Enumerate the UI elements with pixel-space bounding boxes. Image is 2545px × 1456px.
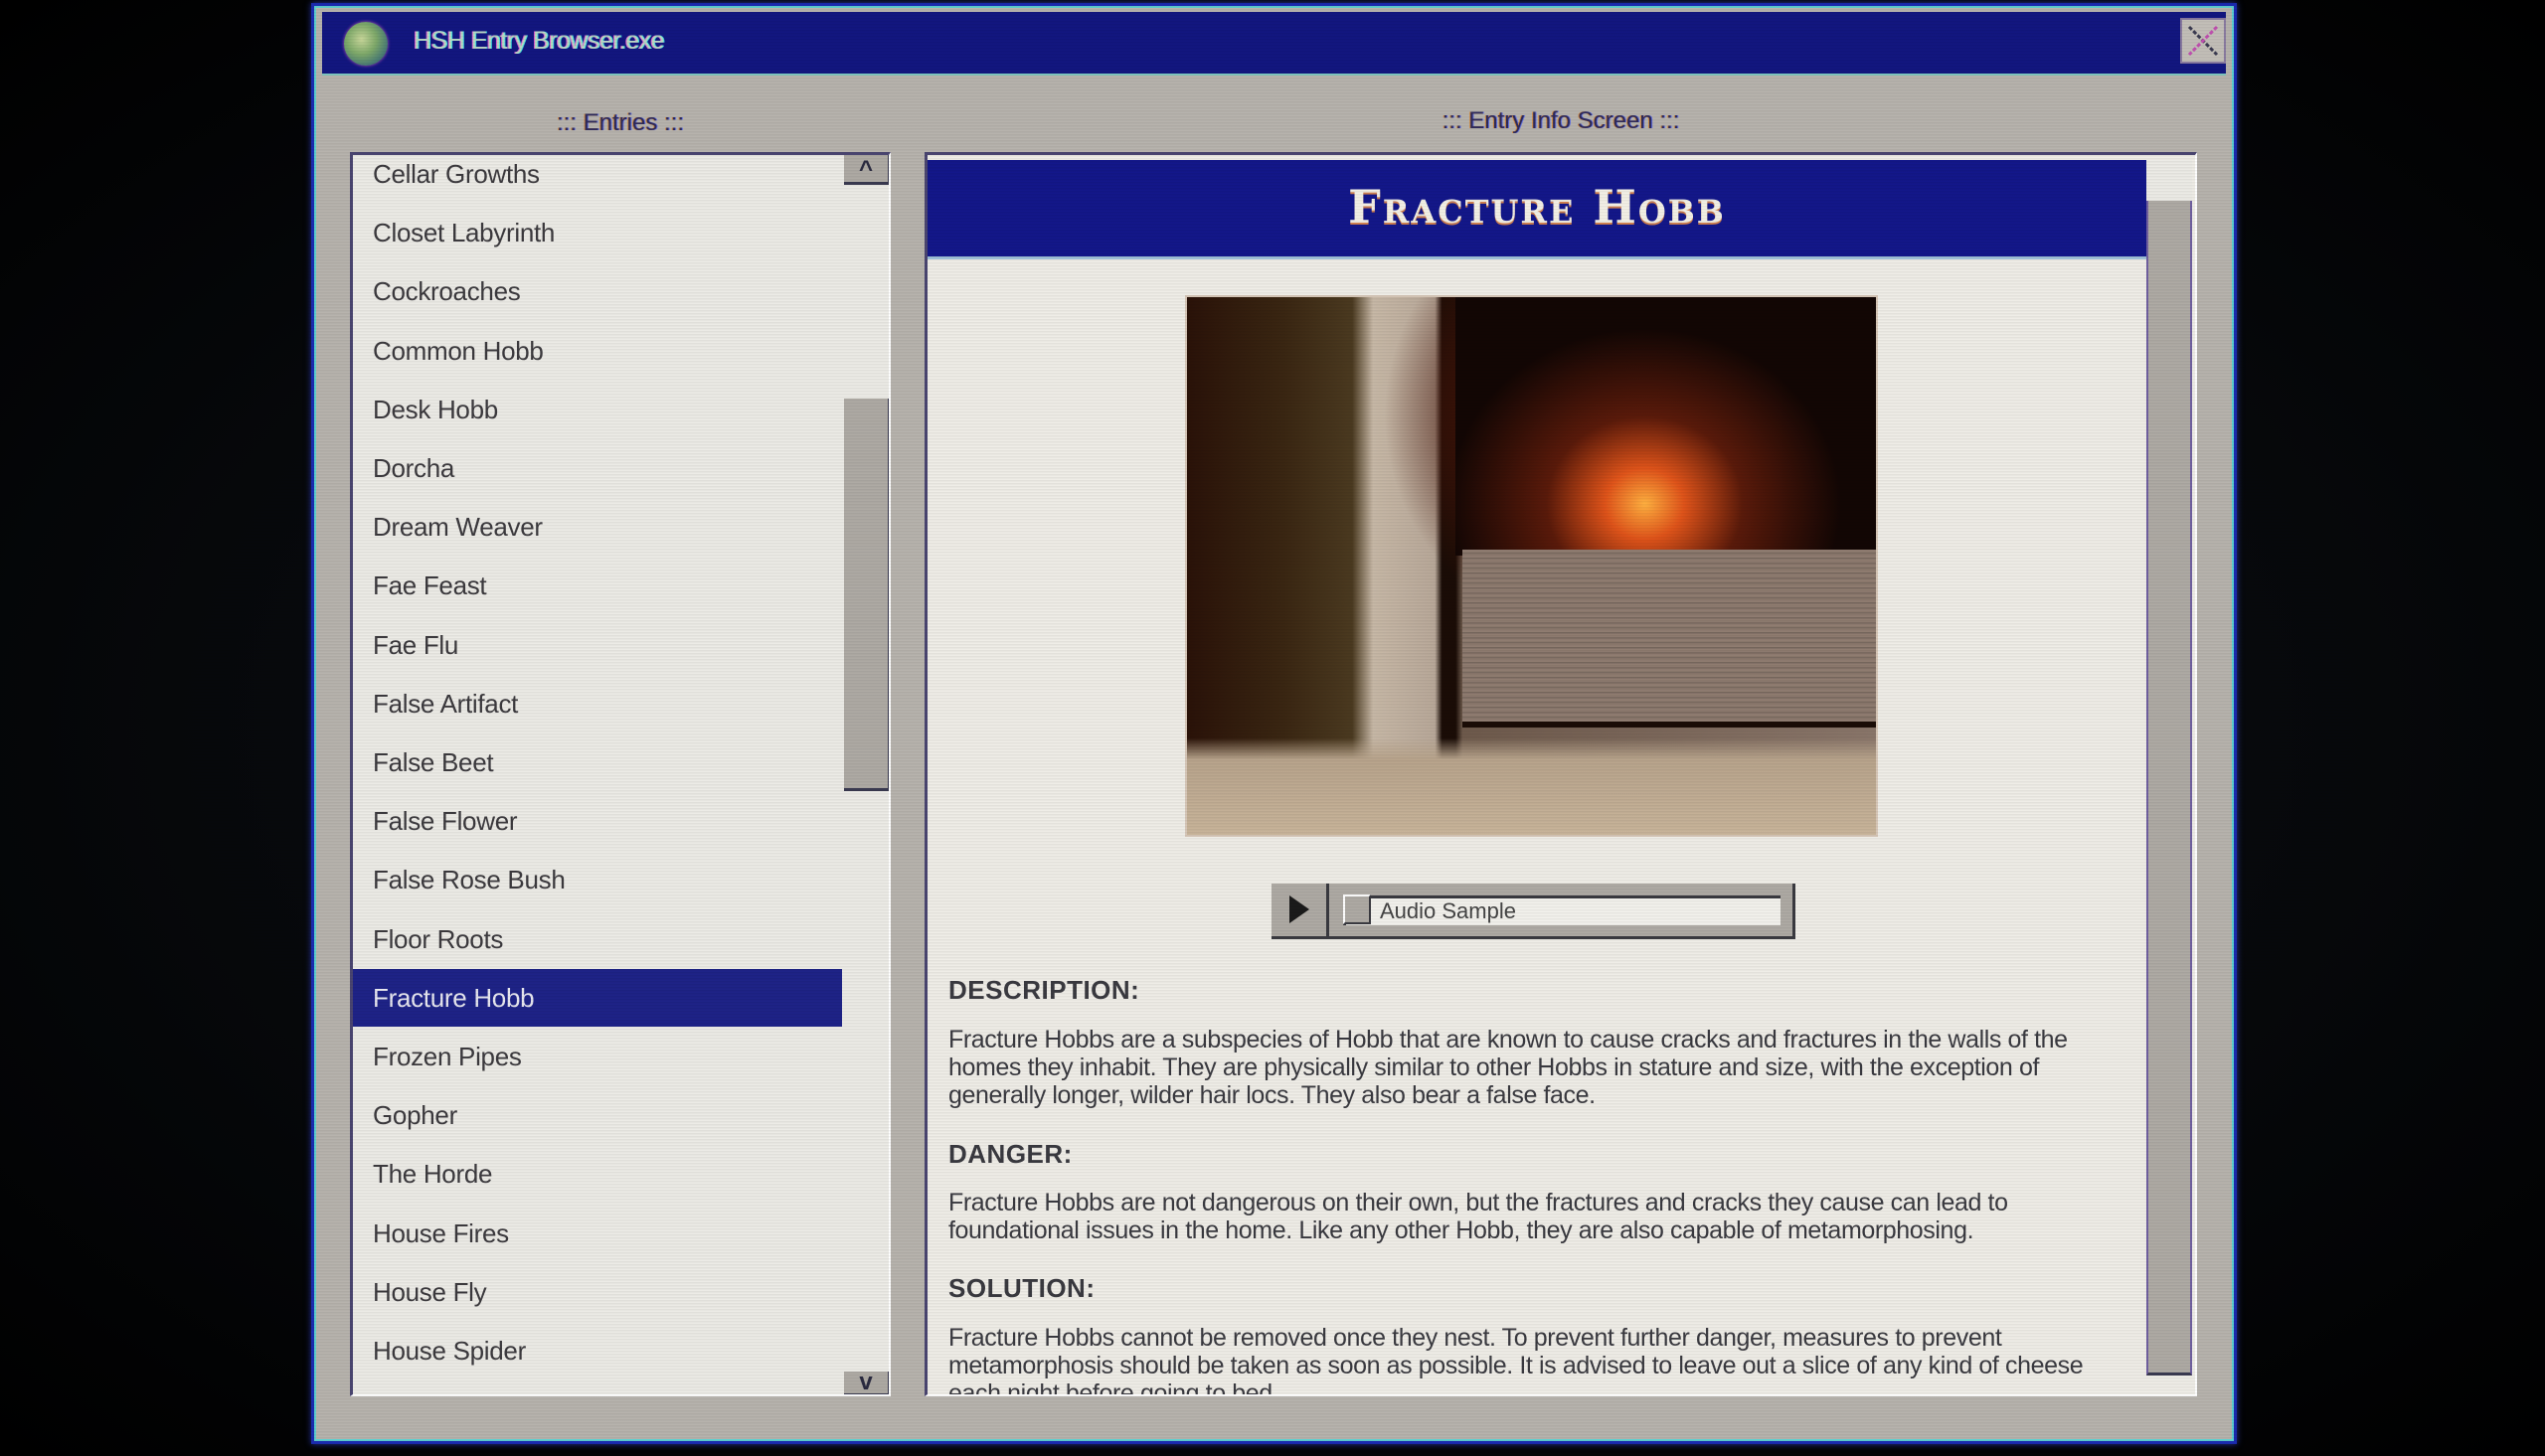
info-scroll-thumb[interactable] — [2146, 201, 2192, 1375]
list-item[interactable]: Fae Feast — [353, 557, 842, 614]
close-icon — [2187, 25, 2219, 57]
entry-info-label: ::: Entry Info Screen ::: — [1442, 107, 1680, 134]
fireplace-fire — [1455, 297, 1876, 556]
solution-heading: SOLUTION: — [948, 1273, 1096, 1303]
audio-player: Audio Sample — [1272, 884, 1795, 939]
list-item[interactable]: Dream Weaver — [353, 498, 842, 556]
audio-label: Audio Sample — [1380, 898, 1516, 923]
list-item[interactable]: Closet Labyrinth — [353, 204, 842, 261]
entries-label: ::: Entries ::: — [556, 109, 685, 136]
list-item[interactable]: Frozen Pipes — [353, 1028, 842, 1085]
list-item[interactable]: Gopher — [353, 1086, 842, 1144]
chevron-up-icon: ^ — [858, 156, 873, 183]
list-item[interactable]: House Spider — [353, 1322, 842, 1379]
list-item[interactable]: Floor Roots — [353, 910, 842, 968]
list-item[interactable]: False Flower — [353, 792, 842, 850]
scroll-up-button[interactable]: ^ — [844, 155, 889, 185]
list-item[interactable]: Desk Hobb — [353, 381, 842, 438]
list-item[interactable]: Cellar Growths — [353, 155, 842, 203]
list-item[interactable]: The Horde — [353, 1145, 842, 1203]
entry-header: Fracture Hobb — [928, 160, 2146, 259]
list-item[interactable]: False Rose Bush — [353, 851, 842, 908]
audio-track[interactable]: Audio Sample — [1343, 894, 1781, 925]
entry-image — [1185, 295, 1878, 837]
fireplace-grate — [1462, 550, 1876, 728]
entries-list[interactable]: Cellar Growths Closet Labyrinth Cockroache… — [350, 152, 891, 1396]
list-item[interactable]: Cockroaches — [353, 262, 842, 320]
list-item[interactable]: False Artifact — [353, 675, 842, 732]
scroll-thumb[interactable] — [844, 399, 889, 791]
entry-title: Fracture Hobb — [1348, 180, 1726, 234]
list-item[interactable]: Common Hobb — [353, 322, 842, 380]
app-window: HSH Entry Browser.exe ::: Entries ::: ::… — [311, 3, 2237, 1444]
window-title: HSH Entry Browser.exe — [414, 27, 665, 55]
play-button[interactable] — [1272, 884, 1329, 936]
list-item[interactable]: Fracture Hobb — [353, 968, 842, 1027]
play-icon — [1289, 895, 1309, 923]
audio-progress-handle[interactable] — [1343, 894, 1371, 924]
description-text: Fracture Hobbs are a subspecies of Hobb … — [948, 1026, 2068, 1109]
list-item[interactable]: False Beet — [353, 733, 842, 791]
list-item[interactable]: Fae Flu — [353, 616, 842, 674]
globe-icon — [344, 22, 388, 66]
danger-text: Fracture Hobbs are not dangerous on thei… — [948, 1189, 2008, 1244]
entries-scrollbar[interactable]: ^ v — [844, 155, 889, 1395]
entry-info-panel: Fracture Hobb Audio Sample DESCRIPTION: … — [925, 152, 2197, 1396]
scroll-down-button[interactable]: v — [844, 1369, 889, 1395]
list-item[interactable]: House Fly — [353, 1263, 842, 1321]
description-heading: DESCRIPTION: — [948, 975, 1140, 1005]
list-item[interactable]: House Fires — [353, 1205, 842, 1262]
close-button[interactable] — [2180, 18, 2226, 64]
list-item[interactable]: Dorcha — [353, 439, 842, 497]
chevron-down-icon: v — [859, 1369, 873, 1395]
info-scroll-track[interactable] — [2146, 160, 2192, 201]
title-bar[interactable]: HSH Entry Browser.exe — [322, 12, 2226, 76]
danger-heading: DANGER: — [948, 1139, 1073, 1169]
solution-text: Fracture Hobbs cannot be removed once th… — [948, 1324, 2084, 1396]
